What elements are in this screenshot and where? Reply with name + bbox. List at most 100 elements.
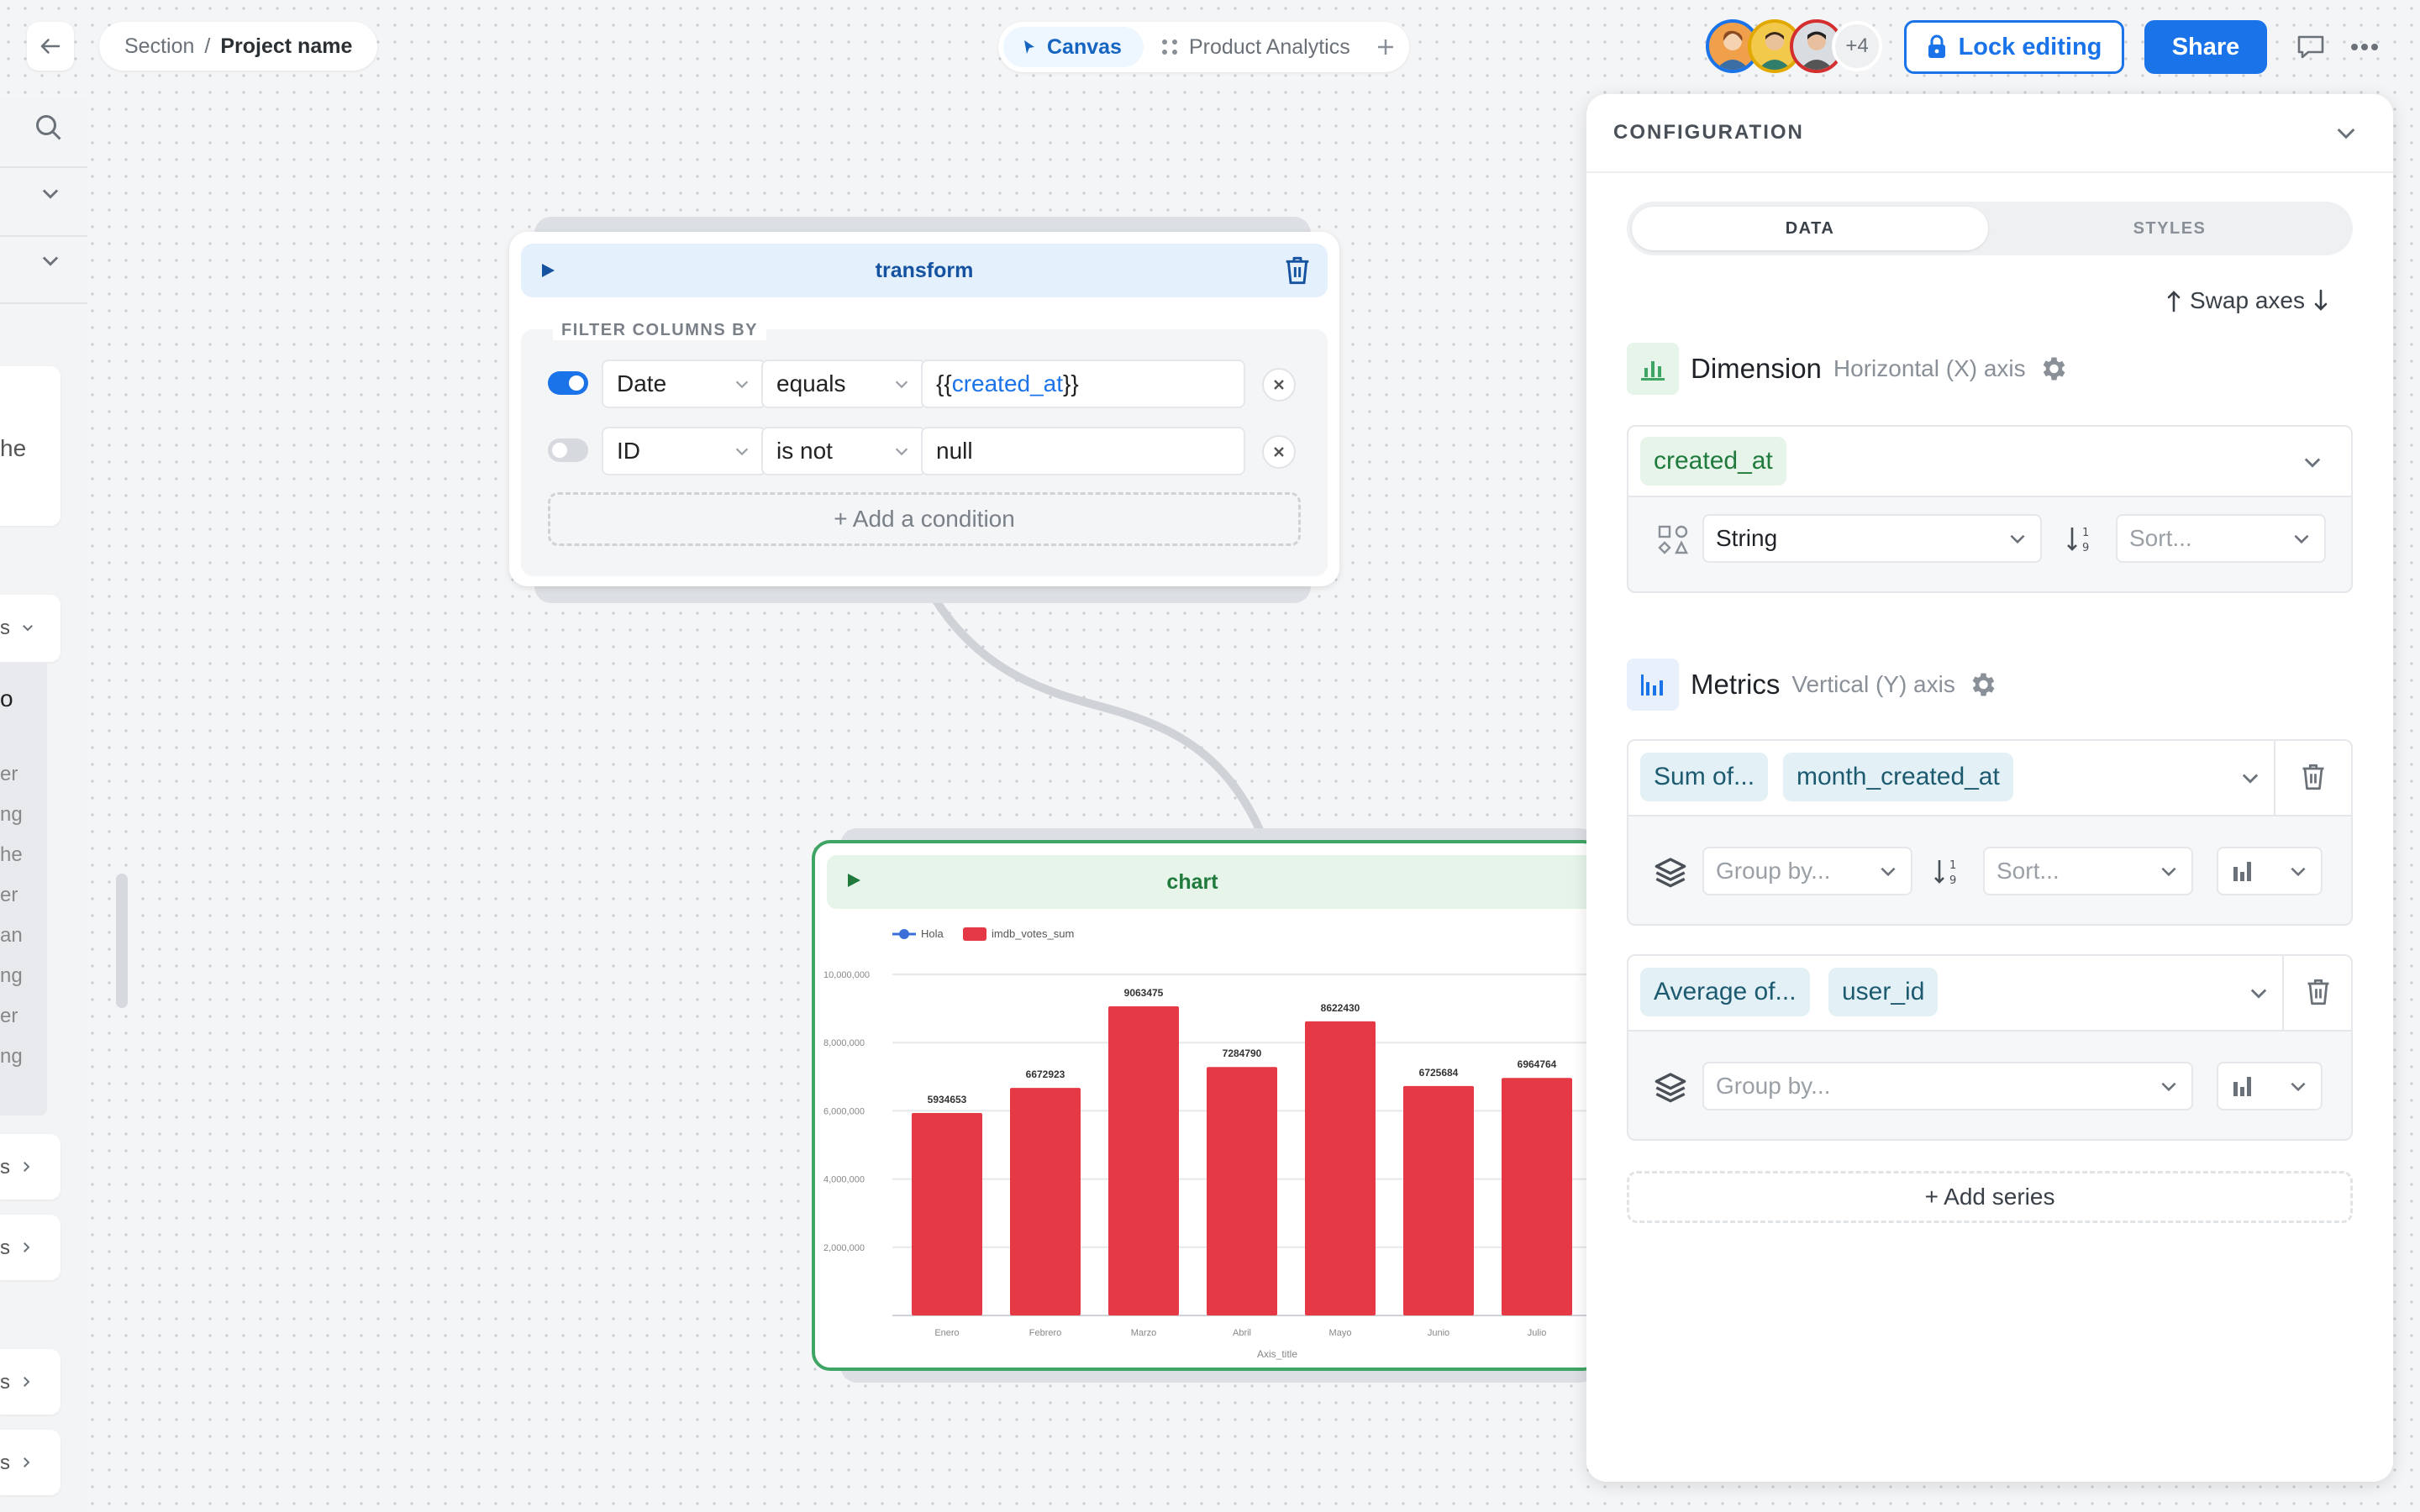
condition-toggle-on[interactable] — [548, 371, 588, 395]
sidebar-text: s — [0, 617, 10, 639]
remove-condition-button[interactable] — [1262, 368, 1296, 402]
svg-text:9: 9 — [2082, 542, 2089, 554]
dimension-field-row[interactable]: created_at — [1628, 427, 2351, 497]
sidebar-card[interactable]: he — [0, 366, 60, 526]
metric-field-row[interactable]: Sum of... month_created_at — [1628, 741, 2351, 816]
tab-data[interactable]: DATA — [1632, 207, 1988, 250]
sidebar-search-button[interactable] — [34, 113, 64, 143]
condition-value-input[interactable]: null — [921, 427, 1245, 475]
svg-text:1: 1 — [2082, 527, 2089, 539]
series-chart-type-select[interactable] — [2217, 847, 2323, 895]
chevron-down-icon[interactable] — [2238, 766, 2262, 790]
operator-select[interactable]: equals — [761, 360, 926, 408]
condition-value-input[interactable]: {{created_at}} — [921, 360, 1245, 408]
aggregation-chip[interactable]: Sum of... — [1640, 753, 1769, 801]
play-icon[interactable] — [539, 262, 556, 279]
sidebar-text[interactable]: ng — [0, 803, 23, 827]
sidebar-item[interactable]: s — [0, 1215, 60, 1280]
chevron-down-icon[interactable] — [2247, 981, 2270, 1005]
group-by-select[interactable]: Group by... — [1702, 1062, 2193, 1110]
play-icon[interactable] — [845, 872, 862, 889]
aggregation-chip[interactable]: Average of... — [1640, 968, 1810, 1016]
swap-axes-button[interactable]: Swap axes — [2166, 284, 2328, 318]
transform-node[interactable]: transform FILTER COLUMNS BY Date equals … — [509, 232, 1339, 586]
add-series-button[interactable]: + Add series — [1627, 1171, 2353, 1223]
field-type-select[interactable]: String — [1702, 514, 2042, 563]
layers-icon — [1655, 1073, 1686, 1103]
bar — [1108, 1006, 1179, 1315]
collaborator-avatars[interactable]: +4 — [1706, 18, 1882, 74]
chevron-down-icon — [735, 381, 749, 389]
chart-node[interactable]: chart 2,000,000 4,000,000 6,000,000 8,000,0… — [812, 840, 1602, 1371]
sidebar-text: s — [0, 1452, 10, 1474]
add-condition-button[interactable]: + Add a condition — [548, 492, 1301, 546]
metric-field-chip[interactable]: month_created_at — [1783, 753, 2013, 801]
add-tab-button[interactable] — [1367, 27, 1404, 67]
close-icon — [1274, 380, 1284, 390]
chevron-down-icon — [2294, 534, 2309, 544]
metric-field-chip[interactable]: user_id — [1828, 968, 1939, 1016]
chevron-down-icon[interactable] — [2301, 450, 2324, 474]
tab-product-analytics[interactable]: Product Analytics — [1150, 27, 1360, 67]
chevron-down-icon — [2337, 128, 2355, 139]
data-label: 6725684 — [1419, 1067, 1459, 1079]
sidebar-scrollbar[interactable] — [116, 874, 128, 1008]
trash-icon[interactable] — [1284, 255, 1311, 286]
more-collaborators-badge[interactable]: +4 — [1832, 21, 1882, 71]
sidebar-text[interactable]: er — [0, 884, 18, 907]
close-icon — [1274, 447, 1284, 457]
sidebar-text[interactable]: he — [0, 843, 23, 867]
sidebar-item[interactable]: s — [0, 595, 60, 662]
metric-sort-select[interactable]: Sort... — [1983, 847, 2193, 895]
transform-node-header[interactable]: transform — [521, 244, 1328, 297]
breadcrumb-section[interactable]: Section — [124, 34, 194, 59]
sidebar-text: s — [0, 1236, 10, 1259]
configuration-panel: CONFIGURATION DATA STYLES Swap axes Dime… — [1586, 94, 2393, 1482]
field-type-value: String — [1716, 525, 1778, 551]
trash-icon[interactable] — [2306, 978, 2331, 1006]
sidebar-text[interactable]: ng — [0, 1045, 23, 1068]
lock-editing-label: Lock editing — [1958, 33, 2102, 60]
back-button[interactable] — [27, 22, 74, 71]
sidebar-text[interactable]: an — [0, 924, 23, 948]
chart-node-header[interactable]: chart — [827, 855, 1598, 909]
sidebar-item[interactable]: s — [0, 1430, 60, 1495]
condition-toggle-off[interactable] — [548, 438, 588, 462]
sidebar-text[interactable]: o — [0, 685, 13, 712]
trash-icon[interactable] — [2301, 763, 2326, 791]
comments-button[interactable] — [2289, 24, 2333, 71]
chevron-right-icon — [24, 1242, 30, 1252]
tab-styles[interactable]: STYLES — [1991, 207, 2348, 250]
sidebar-item[interactable]: s — [0, 1349, 60, 1415]
share-button[interactable]: Share — [2144, 20, 2267, 74]
sidebar-section-toggle[interactable] — [39, 181, 62, 205]
operator-select[interactable]: is not — [761, 427, 926, 475]
tab-canvas[interactable]: Canvas — [1003, 27, 1144, 67]
more-options-button[interactable] — [2343, 24, 2386, 71]
dimension-field-chip[interactable]: created_at — [1640, 437, 1786, 486]
data-styles-switch: DATA STYLES — [1627, 202, 2353, 255]
chevron-down-icon — [23, 625, 33, 632]
dimension-box: created_at String 1 9 Sort... — [1627, 425, 2353, 593]
gear-icon[interactable] — [1967, 669, 1997, 700]
remove-condition-button[interactable] — [1262, 435, 1296, 469]
sidebar-section-toggle[interactable] — [39, 249, 62, 272]
lock-editing-button[interactable]: Lock editing — [1904, 20, 2124, 74]
transform-node-title: transform — [875, 258, 974, 282]
column-select[interactable]: Date — [602, 360, 766, 408]
chevron-down-icon — [2161, 1082, 2176, 1092]
dimension-sort-select[interactable]: Sort... — [2116, 514, 2326, 563]
chevron-down-icon — [42, 256, 59, 266]
group-by-select[interactable]: Group by... — [1702, 847, 1912, 895]
sidebar-text[interactable]: er — [0, 763, 18, 786]
column-select[interactable]: ID — [602, 427, 766, 475]
series-chart-type-select[interactable] — [2217, 1062, 2323, 1110]
sidebar-text[interactable]: er — [0, 1005, 18, 1028]
gear-icon[interactable] — [2038, 354, 2068, 384]
sidebar-item[interactable]: s — [0, 1134, 60, 1200]
sidebar-text[interactable]: ng — [0, 964, 23, 988]
metric-field-row[interactable]: Average of... user_id — [1628, 956, 2351, 1032]
breadcrumb-project: Project name — [220, 34, 353, 58]
metrics-section-title: Metrics Vertical (Y) axis — [1627, 659, 1997, 711]
collapse-panel-button[interactable] — [2333, 119, 2360, 146]
